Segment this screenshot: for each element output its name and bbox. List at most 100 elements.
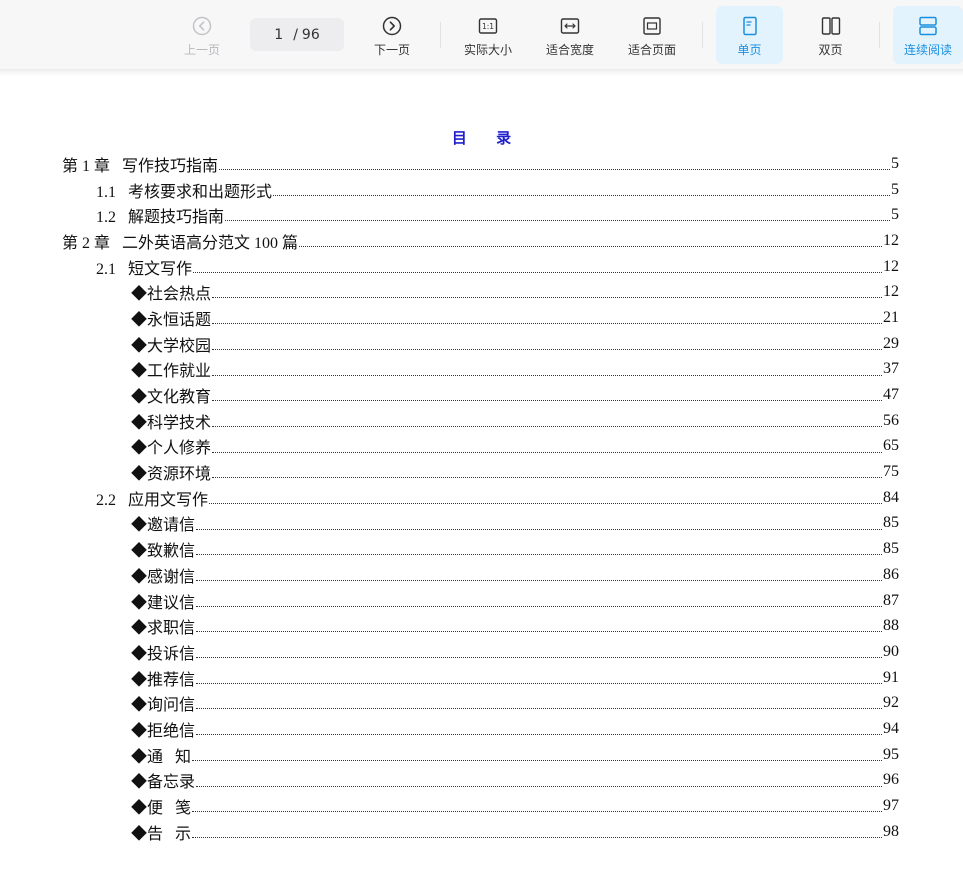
toc-entry[interactable]: ◆永恒话题 21 [0,305,963,331]
fit-width-label: 适合宽度 [545,43,594,57]
toc-dot-leader [212,465,882,479]
toc-entry[interactable]: ◆求职信 88 [0,613,963,639]
toc-dot-leader [196,722,882,736]
table-of-contents: 第 1 章 写作技巧指南 5 1.1 考核要求和出题形式 5 1.2 解题技巧指南 5 第 … [0,151,963,845]
toc-dot-leader [219,157,890,170]
toc-entry[interactable]: ◆便 笺 97 [0,793,963,819]
toc-entry-page: 85 [883,514,899,532]
toc-entry-title: ◆工作就业 [131,363,212,381]
chevron-right-circle-icon [382,16,402,36]
toc-entry-page: 98 [883,822,899,840]
toc-dot-leader [196,696,882,710]
toc-entry[interactable]: ◆个人修养 65 [0,434,963,460]
toc-entry[interactable]: ◆感谢信 86 [0,562,963,588]
toc-entry-title: ◆通 知 [131,748,192,766]
toc-entry-page: 12 [883,283,899,301]
toc-entry-page: 86 [883,565,899,583]
actual-size-icon: 1:1 [478,18,498,34]
toc-dot-leader [196,774,882,787]
toc-entry-title: ◆备忘录 [131,774,196,792]
toc-entry[interactable]: ◆科学技术 56 [0,408,963,434]
toc-entry[interactable]: ◆文化教育 47 [0,382,963,408]
toc-entry[interactable]: ◆资源环境 75 [0,459,963,485]
prev-page-button[interactable]: 上一页 [170,6,234,64]
toc-dot-leader [196,542,882,556]
toc-entry[interactable]: ◆建议信 87 [0,588,963,614]
toc-dot-leader [192,825,882,838]
toc-dot-leader [212,363,882,376]
toc-entry-page: 92 [883,694,899,712]
toc-entry[interactable]: ◆致歉信 85 [0,536,963,562]
toc-entry-title: ◆询问信 [131,697,196,715]
toolbar-shadow [0,70,963,76]
toc-entry-page: 75 [883,463,899,481]
toc-entry[interactable]: ◆社会热点 12 [0,279,963,305]
toc-entry[interactable]: ◆大学校园 29 [0,331,963,357]
toc-entry-page: 85 [883,540,899,558]
fit-page-button[interactable]: 适合页面 [618,6,686,64]
continuous-reading-button[interactable]: 连续阅读 [893,6,963,64]
actual-size-label: 实际大小 [463,43,512,57]
toc-entry-title: ◆社会热点 [131,286,212,304]
page-number-field[interactable]: 1 / 96 [250,18,344,51]
toc-entry-page: 95 [883,745,899,763]
actual-size-button[interactable]: 1:1 实际大小 [454,6,522,64]
fit-page-icon [643,17,661,35]
toc-entry[interactable]: 第 2 章 二外英语高分范文 100 篇 12 [0,228,963,254]
toc-dot-leader [212,285,882,299]
toc-entry-title: ◆科学技术 [131,414,212,432]
svg-text:1:1: 1:1 [482,22,494,31]
toc-entry-page: 5 [891,180,899,198]
toc-entry-title: ◆邀请信 [131,517,196,535]
toc-entry-page: 56 [883,411,899,429]
toc-entry-title: 第 1 章 写作技巧指南 [62,157,219,175]
toc-entry[interactable]: 第 1 章 写作技巧指南 5 [0,151,963,177]
toc-entry[interactable]: ◆拒绝信 94 [0,716,963,742]
toc-entry-page: 87 [883,591,899,609]
toc-dot-leader [196,645,882,659]
toc-dot-leader [192,748,882,761]
toc-entry-page: 29 [883,334,899,352]
toc-entry-title: ◆文化教育 [131,389,212,407]
fit-page-label: 适合页面 [627,43,676,57]
toc-entry[interactable]: 2.1 短文写作 12 [0,254,963,280]
toc-entry-title: 2.2 应用文写作 [96,491,209,509]
toc-entry-title: ◆个人修养 [131,440,212,458]
toc-dot-leader [212,414,882,427]
toc-entry-page: 12 [883,257,899,275]
toc-entry[interactable]: ◆邀请信 85 [0,511,963,537]
current-page-number: 1 [274,26,284,43]
toc-entry[interactable]: ◆询问信 92 [0,690,963,716]
toc-entry[interactable]: ◆工作就业 37 [0,357,963,383]
toc-dot-leader [193,260,882,273]
toc-entry-title: ◆推荐信 [131,671,196,689]
toc-entry-title: ◆感谢信 [131,568,196,586]
next-page-button[interactable]: 下一页 [360,6,424,64]
toc-entry-page: 97 [883,797,899,815]
prev-page-label: 上一页 [183,43,220,57]
toc-entry[interactable]: ◆通 知 95 [0,742,963,768]
toolbar-divider [440,22,441,48]
toc-entry-title: ◆拒绝信 [131,722,196,740]
single-page-button[interactable]: 单页 [716,6,783,64]
toc-entry[interactable]: 2.2 应用文写作 84 [0,485,963,511]
toc-entry[interactable]: ◆备忘录 96 [0,768,963,794]
toc-entry[interactable]: 1.2 解题技巧指南 5 [0,202,963,228]
toc-dot-leader [212,440,882,453]
toc-entry-page: 90 [883,642,899,660]
double-page-label: 双页 [818,43,843,57]
double-page-button[interactable]: 双页 [797,6,864,64]
toc-entry[interactable]: ◆投诉信 90 [0,639,963,665]
toc-entry[interactable]: ◆告 示 98 [0,819,963,845]
toc-entry-title: 第 2 章 二外英语高分范文 100 篇 [62,234,299,252]
toc-entry[interactable]: 1.1 考核要求和出题形式 5 [0,177,963,203]
toc-entry-title: ◆告 示 [131,825,192,843]
toc-dot-leader [225,208,890,222]
page-separator: / [293,26,298,43]
fit-width-button[interactable]: 适合宽度 [536,6,604,64]
toc-entry-page: 88 [883,617,899,635]
toc-entry[interactable]: ◆推荐信 91 [0,665,963,691]
toc-dot-leader [192,799,882,813]
toc-dot-leader [209,491,882,504]
toc-entry-page: 5 [891,206,899,224]
